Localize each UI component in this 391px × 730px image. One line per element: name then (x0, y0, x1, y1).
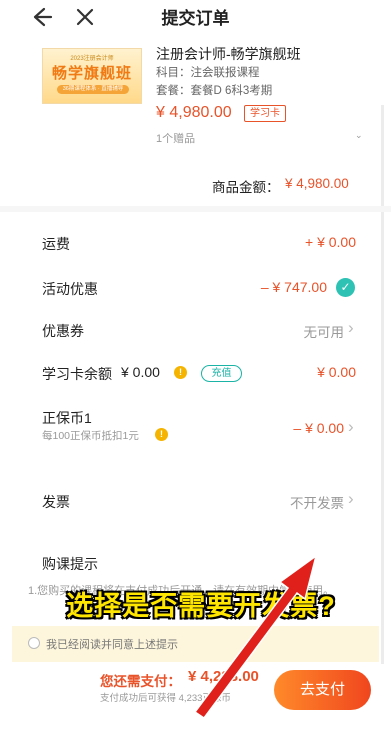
check-icon[interactable]: ✓ (336, 278, 355, 297)
shipping-label: 运费 (42, 236, 70, 252)
chevron-right-icon[interactable]: › (348, 489, 354, 509)
tips-title: 购课提示 (42, 556, 98, 572)
coins-label: 正保币1 (42, 410, 92, 426)
coupon-value[interactable]: 无可用 (270, 321, 345, 341)
discount-value: – ¥ 747.00 (260, 279, 327, 295)
product-thumbnail: 2023注册会计师 畅学旗舰班 36期课程体系 · 直播辅导 (42, 48, 142, 104)
thumbnail-top-text: 2023注册会计师 (70, 56, 114, 62)
agree-radio[interactable] (28, 637, 40, 649)
product-title: 注册会计师-畅学旗舰班 (156, 46, 301, 62)
recharge-button[interactable]: 充值 (201, 365, 242, 382)
product-package: 套餐：套餐D 6科3考期 (156, 85, 273, 97)
due-label: 您还需支付： (100, 674, 181, 689)
card-balance-value: ¥ 0.00 (317, 364, 356, 380)
pay-button[interactable]: 去支付 (274, 670, 371, 710)
amount-value: ¥ 4,980.00 (285, 176, 349, 191)
amount-label: 商品金额： (212, 180, 280, 195)
card-balance-amount: ¥ 0.00 (121, 364, 160, 380)
coupon-label: 优惠券 (42, 323, 84, 339)
discount-label: 活动优惠 (42, 281, 98, 297)
scrollbar[interactable] (381, 105, 384, 725)
shipping-value: + ¥ 0.00 (305, 234, 356, 250)
study-card-tag: 学习卡 (244, 105, 286, 122)
agree-text[interactable]: 我已经阅读并同意上述提示 (46, 636, 178, 652)
product-price: ¥ 4,980.00 (156, 104, 232, 121)
chevron-down-icon[interactable]: ⌄ (355, 130, 363, 141)
invoice-value[interactable]: 不开发票 (262, 492, 344, 512)
chevron-right-icon[interactable]: › (348, 417, 354, 437)
section-divider (0, 206, 391, 212)
info-icon[interactable]: ! (155, 428, 168, 441)
thumbnail-bar-text: 36期课程体系 · 直播辅导 (57, 85, 129, 94)
due-value: ¥ 4,233.00 (188, 668, 259, 685)
product-subject: 科目：注会联报课程 (156, 67, 260, 79)
overlay-caption: 选择是否需要开发票? (65, 590, 336, 622)
card-balance-label: 学习卡余额 (42, 366, 112, 382)
page-title: 提交订单 (161, 9, 230, 28)
gift-count[interactable]: 1个赠品 (156, 130, 195, 146)
chevron-right-icon[interactable]: › (348, 318, 354, 338)
info-icon[interactable]: ! (174, 366, 187, 379)
coins-value: – ¥ 0.00 (293, 420, 344, 436)
coins-note: 每100正保币抵扣1元 (42, 430, 139, 442)
thumbnail-main-text: 畅学旗舰班 (51, 65, 132, 82)
invoice-label: 发票 (42, 494, 70, 510)
due-note: 支付成功后可获得 4,233正保币 (100, 693, 231, 704)
